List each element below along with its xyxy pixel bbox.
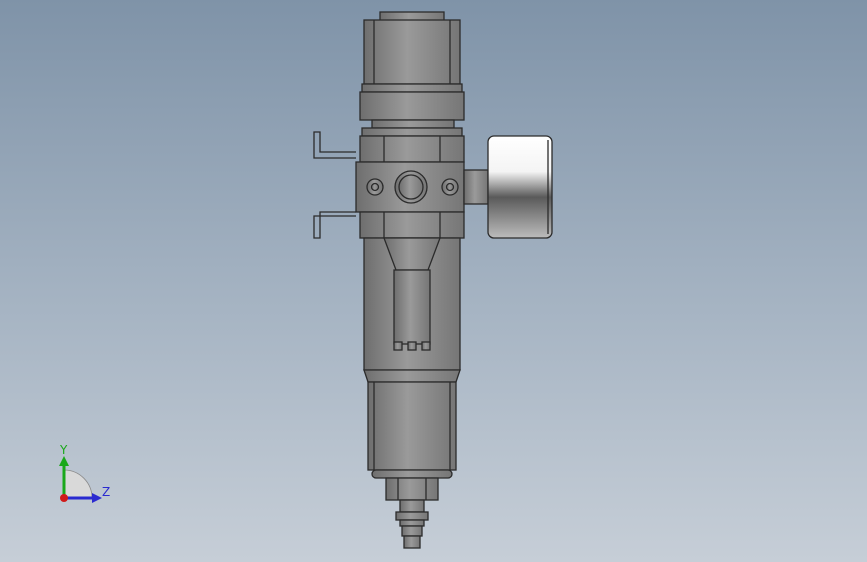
x-axis-dot-icon xyxy=(60,494,68,502)
z-axis-label: Z xyxy=(102,485,111,499)
filter-regulator-model[interactable] xyxy=(0,0,867,562)
cad-viewport[interactable]: Y Z xyxy=(0,0,867,562)
triad-plane-icon xyxy=(63,469,93,499)
y-axis-label: Y xyxy=(60,443,68,457)
